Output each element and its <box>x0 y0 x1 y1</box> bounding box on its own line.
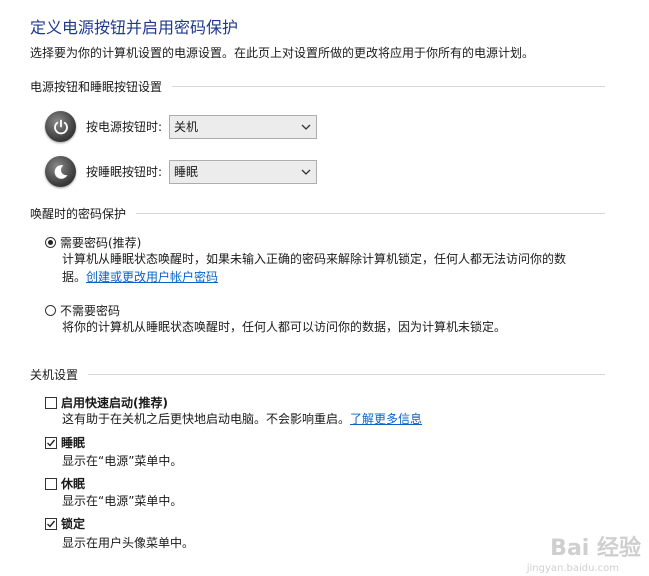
hibernate-label: 休眠 <box>61 477 86 491</box>
fast-startup-label: 启用快速启动(推荐) <box>61 396 168 410</box>
require-password-option[interactable]: 需要密码(推荐) <box>45 234 141 251</box>
sleep-button-row: 按睡眠按钮时: 睡眠 <box>45 156 317 187</box>
require-password-description: 计算机从睡眠状态唤醒时，如果未输入正确的密码来解除计算机锁定，任何人都无法访问你… <box>62 252 567 284</box>
no-password-description: 将你的计算机从睡眠状态唤醒时，任何人都可以访问你的数据，因为计算机未锁定。 <box>62 320 507 334</box>
power-button-label: 按电源按钮时: <box>86 120 163 134</box>
sleep-button-select[interactable]: 睡眠 <box>169 159 317 184</box>
section-title: 唤醒时的密码保护 <box>30 207 127 221</box>
section-shutdown: 关机设置 <box>30 366 605 383</box>
watermark-url: jingyan.baidu.com <box>526 563 619 574</box>
no-password-option[interactable]: 不需要密码 <box>45 302 120 319</box>
page-description: 选择要为你的计算机设置的电源设置。在此页上对设置所做的更改将应用于你所有的电源计… <box>30 46 535 60</box>
hibernate-description: 显示在“电源”菜单中。 <box>62 494 183 508</box>
no-password-label: 不需要密码 <box>60 304 121 318</box>
power-button-value: 关机 <box>174 120 199 134</box>
watermark-logo: Bai 经验 <box>550 536 641 561</box>
sleep-option[interactable]: 睡眠 <box>45 434 85 451</box>
fast-startup-option[interactable]: 启用快速启动(推荐) <box>45 394 168 411</box>
sleep-button-label: 按睡眠按钮时: <box>86 165 163 179</box>
power-icon <box>45 111 76 142</box>
sleep-moon-icon <box>45 156 76 187</box>
section-divider <box>172 86 605 87</box>
learn-more-link[interactable]: 了解更多信息 <box>350 412 422 426</box>
chevron-down-icon <box>301 124 311 130</box>
fast-startup-checkbox[interactable] <box>45 396 57 409</box>
section-divider <box>88 374 605 375</box>
lock-checkbox[interactable] <box>45 517 57 530</box>
chevron-down-icon <box>301 169 311 175</box>
section-title: 关机设置 <box>30 368 79 382</box>
hibernate-checkbox[interactable] <box>45 477 57 490</box>
sleep-button-value: 睡眠 <box>174 165 199 179</box>
lock-description: 显示在用户头像菜单中。 <box>62 536 195 550</box>
create-password-link[interactable]: 创建或更改用户帐户密码 <box>86 270 218 284</box>
page-title: 定义电源按钮并启用密码保护 <box>30 18 239 37</box>
fast-startup-description: 这有助于在关机之后更快地启动电脑。不会影响重启。了解更多信息 <box>62 412 423 426</box>
require-password-radio[interactable] <box>45 237 56 248</box>
section-title: 电源按钮和睡眠按钮设置 <box>30 80 163 94</box>
section-divider <box>136 213 605 214</box>
section-power-buttons: 电源按钮和睡眠按钮设置 <box>30 78 605 95</box>
power-button-row: 按电源按钮时: 关机 <box>45 111 317 142</box>
checkmark-icon <box>47 520 56 528</box>
require-password-label: 需要密码(推荐) <box>60 236 142 250</box>
lock-label: 锁定 <box>61 517 86 531</box>
lock-option[interactable]: 锁定 <box>45 515 85 532</box>
sleep-checkbox[interactable] <box>45 436 57 449</box>
sleep-label: 睡眠 <box>61 436 86 450</box>
sleep-description: 显示在“电源”菜单中。 <box>62 454 183 468</box>
power-button-select[interactable]: 关机 <box>169 114 317 139</box>
section-password: 唤醒时的密码保护 <box>30 205 605 222</box>
hibernate-option[interactable]: 休眠 <box>45 475 85 492</box>
no-password-radio[interactable] <box>45 305 56 316</box>
checkmark-icon <box>47 439 56 447</box>
